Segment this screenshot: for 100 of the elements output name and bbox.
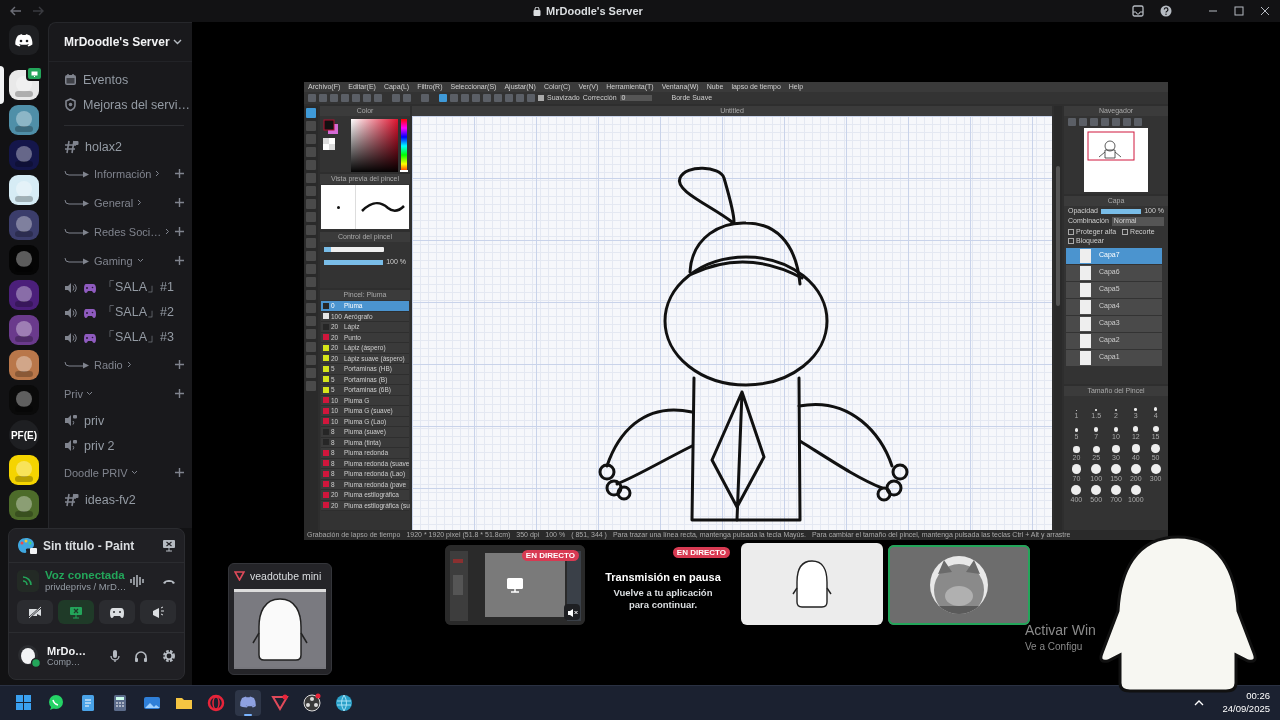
chevron-down-icon[interactable] [85, 391, 93, 396]
checkbox[interactable] [1068, 228, 1074, 235]
sidebar-link[interactable]: Mejoras del servi… [83, 97, 190, 112]
opacity-slider[interactable] [1100, 208, 1142, 214]
app-icon [234, 571, 245, 581]
chevron-down-icon[interactable] [173, 39, 182, 45]
voice-channel-name[interactable]: privdeprivs / MrD… [45, 581, 124, 592]
color-picker[interactable] [351, 119, 399, 172]
ring-icon [206, 693, 226, 713]
gamepad-icon [83, 282, 96, 293]
close-icon[interactable] [1260, 6, 1270, 16]
plus-icon[interactable] [175, 468, 184, 477]
speaker-lock-icon [64, 439, 78, 452]
chevron-down-icon[interactable] [130, 470, 138, 475]
checkbox[interactable] [1068, 238, 1074, 245]
participant-tile[interactable] [888, 545, 1030, 625]
plus-icon[interactable] [175, 389, 184, 398]
category-name[interactable]: Gaming [94, 254, 133, 267]
chat-bubble-icon [46, 693, 66, 713]
hashtag-lock-icon [64, 139, 79, 154]
plus-icon[interactable] [175, 198, 184, 207]
category-name[interactable]: General [94, 196, 134, 209]
window-title: MrDoodle's Server [546, 5, 643, 17]
channel-name[interactable]: priv 2 [84, 438, 115, 453]
chevron-right-icon[interactable] [126, 361, 132, 368]
chevron-right-icon[interactable] [155, 170, 161, 177]
triangle-icon [270, 693, 290, 713]
help-icon[interactable] [1160, 5, 1172, 17]
plus-icon[interactable] [175, 169, 184, 178]
arrow-icon [64, 360, 90, 369]
category-name[interactable]: Información [94, 167, 152, 180]
gamepad-icon [83, 307, 96, 318]
monitor-icon [31, 70, 38, 77]
plus-icon[interactable] [175, 256, 184, 265]
stream-message: Vuelve a tu aplicación para continuar. [612, 586, 714, 612]
camera-off-button[interactable] [17, 600, 53, 624]
arrow-icon [64, 169, 90, 178]
home-button[interactable] [9, 25, 39, 55]
calendar-icon [64, 73, 77, 86]
live-badge: EN DIRECTO [521, 550, 579, 561]
globe-icon [334, 693, 354, 713]
stream-tile[interactable]: EN DIRECTO [445, 545, 585, 625]
headphones-icon[interactable] [134, 649, 148, 663]
user-name: MrDo… [47, 645, 88, 657]
checkbox[interactable] [1122, 228, 1129, 235]
channel-name[interactable]: 「SALA」#1 [102, 279, 174, 296]
server-button[interactable]: PF(E) [9, 420, 39, 450]
chevron-right-icon[interactable] [137, 199, 143, 206]
dot-icon [336, 205, 340, 209]
clock-date: 24/09/2025 [1222, 703, 1270, 716]
arrow-icon [64, 256, 90, 265]
arrow-icon [64, 227, 90, 236]
speaker-icon [64, 331, 77, 344]
settings-icon[interactable] [162, 649, 176, 663]
opacity-slider[interactable] [324, 259, 384, 265]
palette-icon [17, 536, 37, 555]
maximize-icon[interactable] [1234, 6, 1244, 16]
category-name[interactable]: Doodle PRIV [64, 466, 128, 479]
screen-share-button[interactable] [58, 600, 94, 624]
activation-title: Activar Win [1025, 622, 1096, 638]
channel-name[interactable]: holax2 [85, 139, 122, 154]
microphone-icon[interactable] [110, 649, 120, 663]
plus-icon[interactable] [175, 227, 184, 236]
speaker-icon [64, 306, 77, 319]
activity-button[interactable] [99, 600, 135, 624]
chevron-right-icon[interactable] [165, 228, 171, 235]
channel-name[interactable]: ideas-fv2 [85, 492, 136, 507]
stop-streaming-icon[interactable] [162, 539, 176, 552]
channel-name[interactable]: 「SALA」#2 [102, 304, 174, 321]
popup-title: veadotube mini [250, 570, 322, 582]
checkbox[interactable] [538, 95, 544, 101]
circles-icon [302, 693, 322, 713]
sidebar-link[interactable]: Eventos [83, 72, 129, 87]
category-name[interactable]: Redes Soci… [94, 225, 162, 238]
soundboard-button[interactable] [140, 600, 176, 624]
windows-logo-icon [14, 693, 34, 713]
noise-suppression-icon[interactable] [130, 574, 144, 587]
size-slider[interactable] [324, 247, 384, 252]
live-badge: EN DIRECTO [672, 547, 730, 558]
chevron-down-icon[interactable] [136, 258, 144, 263]
activation-subtitle: Ve a Configu [1025, 641, 1084, 652]
category-name[interactable]: Priv [64, 387, 83, 400]
speaker-icon [64, 281, 77, 294]
channel-name[interactable]: priv [84, 413, 105, 428]
camera-off-icon [28, 605, 42, 619]
participant-tile[interactable] [741, 543, 883, 625]
inbox-icon[interactable] [1132, 5, 1144, 17]
avatar-figure [791, 558, 833, 610]
stroke-icon [359, 200, 406, 214]
chevron-up-icon[interactable] [1194, 700, 1205, 706]
channel-name[interactable]: 「SALA」#3 [102, 329, 174, 346]
scrollbar-thumb[interactable] [1056, 166, 1060, 306]
user-status: Comp… [47, 657, 81, 667]
plus-icon[interactable] [175, 360, 184, 369]
category-name[interactable]: Radio [94, 358, 123, 371]
stream-status: Transmisión en pausa [605, 570, 721, 583]
back-icon[interactable] [10, 6, 22, 16]
color-swatch-icon [323, 138, 335, 150]
chat-app-icon[interactable] [235, 690, 261, 716]
logo-icon [15, 33, 33, 47]
